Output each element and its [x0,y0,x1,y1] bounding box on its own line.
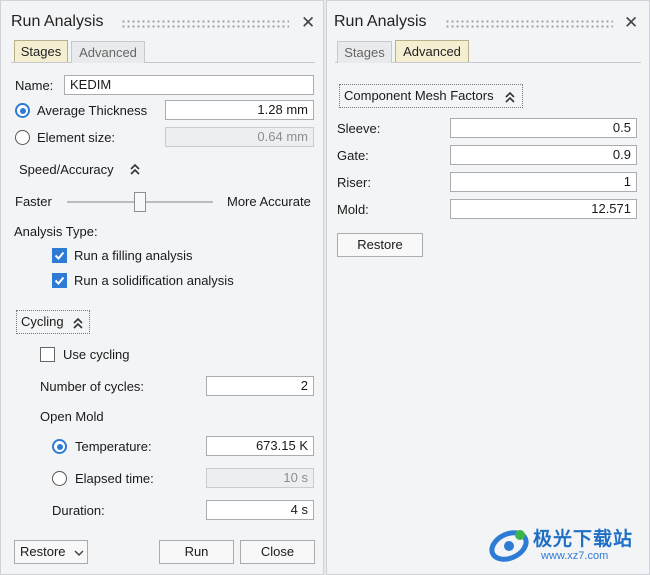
drag-handle[interactable] [121,19,289,29]
elapsed-time-label: Elapsed time: [75,471,154,486]
drag-handle[interactable] [445,19,613,29]
elapsed-time-field: 10 s [206,468,314,488]
use-cycling-checkbox[interactable] [40,347,55,362]
tab-advanced[interactable]: Advanced [71,41,145,63]
slider-faster-label: Faster [15,194,52,209]
panel-title: Run Analysis [11,13,104,30]
temperature-field[interactable]: 673.15 K [206,436,314,456]
gate-field[interactable]: 0.9 [450,145,637,165]
component-mesh-factors-label: Component Mesh Factors [344,88,494,103]
mold-label: Mold: [337,202,369,217]
riser-label: Riser: [337,175,371,190]
average-thickness-field[interactable]: 1.28 mm [165,100,314,120]
sleeve-label: Sleeve: [337,121,381,136]
cycling-section-toggle[interactable]: Cycling [16,310,90,334]
mold-field[interactable]: 12.571 [450,199,637,219]
chevron-double-up-icon [73,317,83,329]
name-label: Name: [15,78,54,93]
open-mold-label: Open Mold [40,409,104,424]
element-size-label: Element size: [37,130,116,145]
analysis-type-label: Analysis Type: [14,224,98,239]
close-button[interactable]: Close [240,540,315,564]
restore-dropdown-button[interactable]: Restore [14,540,88,564]
average-thickness-radio[interactable] [15,103,30,118]
run-solidification-checkbox[interactable] [52,273,67,288]
restore-label: Restore [20,544,66,559]
element-size-radio[interactable] [15,130,30,145]
watermark-text: 极光下载站 [533,529,634,550]
slider-more-accurate-label: More Accurate [227,194,311,209]
element-size-field: 0.64 mm [165,127,314,147]
tab-advanced[interactable]: Advanced [395,40,469,62]
name-field[interactable]: KEDIM [64,75,314,95]
speed-accuracy-slider-thumb[interactable] [134,192,146,212]
sleeve-field[interactable]: 0.5 [450,118,637,138]
component-mesh-factors-toggle[interactable]: Component Mesh Factors [339,84,523,108]
riser-field[interactable]: 1 [450,172,637,192]
run-filling-label: Run a filling analysis [74,248,193,263]
speed-accuracy-label: Speed/Accuracy [19,162,114,177]
run-filling-checkbox[interactable] [52,248,67,263]
close-icon[interactable]: ✕ [301,14,315,31]
average-thickness-label: Average Thickness [37,103,148,118]
gate-label: Gate: [337,148,369,163]
close-icon[interactable]: ✕ [624,14,638,31]
run-analysis-panel-advanced: Run Analysis ✕ Stages Advanced Component… [326,0,650,575]
elapsed-time-radio[interactable] [52,471,67,486]
watermark-url: www.xz7.com [541,550,609,562]
panel-title: Run Analysis [334,13,427,30]
temperature-radio[interactable] [52,439,67,454]
cycling-label: Cycling [21,314,64,329]
checkmark-icon [54,251,65,260]
run-button[interactable]: Run [159,540,234,564]
restore-button[interactable]: Restore [337,233,423,257]
run-analysis-panel-stages: Run Analysis ✕ Stages Advanced Name: KED… [0,0,324,575]
chevron-double-up-icon[interactable] [129,162,141,176]
run-solidification-label: Run a solidification analysis [74,273,234,288]
temperature-label: Temperature: [75,439,152,454]
use-cycling-label: Use cycling [63,347,130,362]
watermark-swirl-icon [489,530,529,562]
checkmark-icon [54,276,65,285]
number-of-cycles-label: Number of cycles: [40,379,145,394]
chevron-double-up-icon [505,91,515,103]
duration-label: Duration: [52,503,105,518]
chevron-down-icon [74,550,84,557]
tab-stages[interactable]: Stages [14,40,68,62]
number-of-cycles-field[interactable]: 2 [206,376,314,396]
watermark-logo: 极光下载站 www.xz7.com [487,520,647,568]
duration-field[interactable]: 4 s [206,500,314,520]
tab-stages[interactable]: Stages [337,41,392,63]
